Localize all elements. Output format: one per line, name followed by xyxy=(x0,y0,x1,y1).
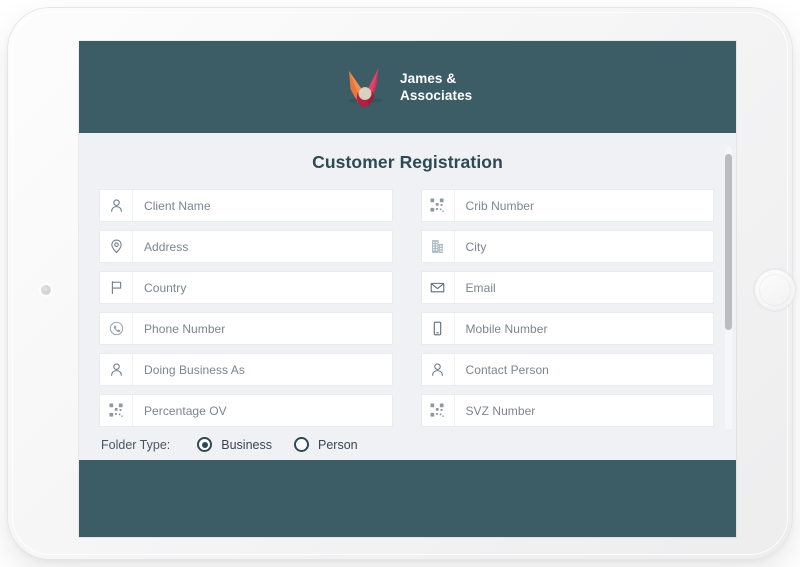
folder-type-label: Folder Type: xyxy=(101,437,171,452)
field-email[interactable]: Email xyxy=(420,271,714,304)
qr-code-icon xyxy=(422,190,455,221)
field-crib-number[interactable]: Crib Number xyxy=(420,189,714,222)
radio-person-label: Person xyxy=(318,437,358,452)
field-label: Address xyxy=(144,239,189,254)
radio-option-person[interactable]: Person xyxy=(294,437,358,452)
field-label: Crib Number xyxy=(465,198,535,213)
brand: James & Associates xyxy=(343,62,472,112)
field-label: Client Name xyxy=(144,198,211,213)
flag-icon xyxy=(100,272,133,303)
qr-code-icon xyxy=(100,395,133,426)
brand-name: James & Associates xyxy=(400,70,472,104)
person-icon xyxy=(100,190,133,221)
person-icon xyxy=(100,354,133,385)
field-label: SVZ Number xyxy=(465,403,536,418)
field-label: Email xyxy=(465,280,496,295)
field-label: Phone Number xyxy=(144,321,226,336)
field-percentage-ov[interactable]: Percentage OV xyxy=(99,394,393,427)
content-panel: Customer Registration Client Name Crib N… xyxy=(79,133,736,460)
field-country[interactable]: Country xyxy=(99,271,393,304)
registration-form: Client Name Crib Number Address City Cou… xyxy=(79,189,736,427)
camera-dot-icon xyxy=(41,285,51,295)
radio-business-mark[interactable] xyxy=(197,437,213,452)
tablet-device-frame: James & Associates Customer Registration… xyxy=(8,8,796,559)
field-city[interactable]: City xyxy=(420,230,714,263)
qr-code-icon xyxy=(422,395,455,426)
mobile-icon xyxy=(422,313,455,344)
field-phone-number[interactable]: Phone Number xyxy=(99,312,393,345)
field-label: Mobile Number xyxy=(465,321,548,336)
phone-circle-icon xyxy=(100,313,133,344)
radio-option-business[interactable]: Business xyxy=(197,437,272,452)
radio-business-label: Business xyxy=(221,437,272,452)
page-title: Customer Registration xyxy=(312,152,503,172)
radio-person-mark[interactable] xyxy=(294,437,309,452)
content-scrollbar[interactable] xyxy=(725,147,732,439)
tablet-screen: James & Associates Customer Registration… xyxy=(79,41,736,537)
content-scrollbar-thumb[interactable] xyxy=(725,154,732,330)
field-label: Contact Person xyxy=(465,362,549,377)
field-svz-number[interactable]: SVZ Number xyxy=(420,394,714,427)
brand-name-line-2: Associates xyxy=(400,88,473,103)
field-label: Country xyxy=(144,280,187,295)
folder-type-row: Folder Type: Business Person xyxy=(79,429,736,460)
brand-name-line-1: James & xyxy=(400,71,457,86)
field-mobile-number[interactable]: Mobile Number xyxy=(420,312,714,345)
field-label: Doing Business As xyxy=(144,362,245,377)
building-icon xyxy=(422,231,455,262)
company-logo-icon xyxy=(343,62,387,112)
field-doing-business-as[interactable]: Doing Business As xyxy=(99,353,393,386)
home-button-icon[interactable] xyxy=(754,269,796,311)
envelope-icon xyxy=(422,272,455,303)
person-icon xyxy=(422,354,455,385)
app-header: James & Associates xyxy=(79,41,736,133)
field-label: Percentage OV xyxy=(144,403,227,418)
field-label: City xyxy=(465,239,487,254)
field-client-name[interactable]: Client Name xyxy=(99,189,393,222)
field-address[interactable]: Address xyxy=(99,230,393,263)
app-footer xyxy=(79,460,736,537)
field-contact-person[interactable]: Contact Person xyxy=(420,353,714,386)
map-pin-icon xyxy=(100,231,133,262)
